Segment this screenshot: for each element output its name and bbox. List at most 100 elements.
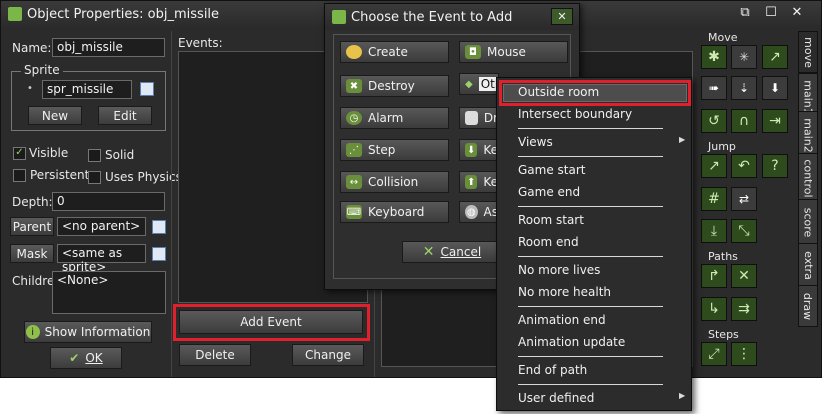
- vspeed-icon[interactable]: ⇣: [731, 76, 757, 100]
- sprite-group-label: Sprite: [21, 63, 63, 77]
- keyboard-label: Keyboard: [368, 205, 425, 219]
- reverse-h-icon[interactable]: ↺: [701, 109, 727, 133]
- event-keyrelease-button[interactable]: ⬆ Ke: [459, 171, 499, 193]
- menu-no-more-health[interactable]: No more health: [497, 285, 691, 299]
- jump-position-icon[interactable]: ↗: [701, 154, 727, 178]
- event-step-button[interactable]: ⋰ Step: [340, 139, 449, 161]
- physics-box: [88, 170, 101, 184]
- move-fixed-icon[interactable]: ✱: [701, 45, 727, 69]
- contact-icon[interactable]: ⤓: [701, 219, 727, 243]
- event-draw-button[interactable]: Dr: [459, 107, 499, 129]
- reverse-v-icon[interactable]: ∩: [731, 109, 757, 133]
- event-collision-button[interactable]: ↔ Collision: [340, 171, 449, 193]
- sprite-input[interactable]: spr_missile: [42, 80, 132, 99]
- event-dialog-titlebar: Choose the Event to Add ✕: [325, 4, 579, 30]
- solid-checkbox[interactable]: Solid: [88, 148, 134, 162]
- tab-move[interactable]: move: [798, 31, 818, 73]
- mask-input[interactable]: <same as sprite>: [57, 244, 146, 274]
- friction-icon[interactable]: ⇥: [762, 109, 788, 133]
- menu-views[interactable]: Views: [497, 135, 691, 149]
- tab-extra-label: extra: [801, 250, 815, 280]
- events-label: Events:: [178, 36, 223, 50]
- menu-animation-end[interactable]: Animation end: [497, 313, 691, 327]
- parent-menu-icon[interactable]: [152, 220, 166, 234]
- menu-no-more-lives[interactable]: No more lives: [497, 263, 691, 277]
- info-icon: i: [25, 325, 40, 339]
- align-grid-icon[interactable]: #: [701, 187, 727, 211]
- event-keypress-button[interactable]: ⬇ Ke: [459, 139, 499, 161]
- event-async-button[interactable]: ◍ As: [459, 201, 499, 223]
- draw-icon: [465, 111, 478, 125]
- show-information-button[interactable]: i Show Information: [24, 321, 152, 343]
- mask-menu-icon[interactable]: [152, 247, 166, 261]
- event-destroy-button[interactable]: ✖ Destroy: [340, 75, 449, 97]
- ok-button[interactable]: ✔ OK: [50, 347, 122, 369]
- physics-checkbox[interactable]: Uses Physics: [88, 170, 182, 184]
- diamond-icon: ◆: [465, 78, 473, 90]
- step-avoid-icon[interactable]: ⋮: [731, 342, 757, 366]
- event-alarm-button[interactable]: ◷ Alarm: [340, 107, 449, 129]
- menu-room-start[interactable]: Room start: [497, 213, 691, 227]
- end-path-icon[interactable]: ✕: [731, 264, 757, 288]
- wrap-icon[interactable]: ⇄: [731, 187, 757, 211]
- solid-box: [88, 148, 101, 162]
- maximize-icon[interactable]: ☐: [761, 5, 781, 25]
- gravity-icon[interactable]: ⬇: [762, 76, 788, 100]
- parent-input[interactable]: <no parent>: [57, 217, 146, 236]
- tab-main2[interactable]: main2: [798, 111, 818, 159]
- tab-score[interactable]: score: [798, 199, 818, 245]
- menu-room-end[interactable]: Room end: [497, 235, 691, 249]
- restore-icon[interactable]: ⧉: [735, 5, 755, 25]
- tab-control[interactable]: control: [798, 153, 818, 203]
- hspeed-icon[interactable]: ➠: [701, 76, 727, 100]
- name-input[interactable]: obj_missile: [52, 38, 165, 57]
- set-path-icon[interactable]: ↱: [701, 264, 727, 288]
- event-dialog-title: Choose the Event to Add: [351, 10, 513, 25]
- delete-button[interactable]: Delete: [179, 344, 251, 366]
- tab-draw[interactable]: draw: [798, 285, 818, 327]
- menu-user-defined[interactable]: User defined: [497, 391, 691, 405]
- step-towards-icon[interactable]: ⤢: [701, 342, 727, 366]
- persistent-box: [13, 168, 26, 182]
- move-towards-icon[interactable]: ↗: [762, 45, 788, 69]
- menu-game-end[interactable]: Game end: [497, 185, 691, 199]
- parent-button[interactable]: Parent: [10, 217, 54, 236]
- visible-checkbox[interactable]: ✓ Visible: [13, 146, 68, 160]
- menu-separator: [518, 128, 663, 129]
- jump-random-icon[interactable]: ?: [762, 154, 788, 178]
- move-free-icon[interactable]: ✳: [731, 45, 757, 69]
- children-list[interactable]: <None>: [52, 271, 166, 314]
- bounce-icon[interactable]: ⤡: [731, 219, 757, 243]
- mask-button[interactable]: Mask: [10, 244, 54, 263]
- section-move-label: Move: [708, 31, 738, 44]
- cancel-button[interactable]: ✕ Cancel: [402, 241, 502, 263]
- new-sprite-button[interactable]: New: [28, 106, 82, 125]
- event-other-button[interactable]: ◆ Oth: [459, 73, 505, 95]
- menu-intersect-boundary[interactable]: Intersect boundary: [497, 107, 691, 121]
- path-position-icon[interactable]: ↳: [701, 297, 727, 321]
- event-keyboard-button[interactable]: ⌨ Keyboard: [340, 201, 449, 223]
- jump-start-icon[interactable]: ↶: [731, 154, 757, 178]
- depth-label: Depth:: [12, 195, 53, 209]
- close-icon[interactable]: ✕: [787, 5, 807, 25]
- menu-game-start[interactable]: Game start: [497, 163, 691, 177]
- menu-end-of-path[interactable]: End of path: [497, 363, 691, 377]
- event-create-button[interactable]: Create: [340, 41, 449, 63]
- event-mouse-button[interactable]: ◘ Mouse: [459, 41, 568, 63]
- menu-animation-update[interactable]: Animation update: [497, 335, 691, 349]
- solid-label: Solid: [105, 148, 135, 162]
- path-speed-icon[interactable]: ⇉: [731, 297, 757, 321]
- depth-input[interactable]: 0: [52, 192, 165, 211]
- create-label: Create: [368, 45, 408, 59]
- tab-score-label: score: [801, 207, 815, 237]
- mouse-label: Mouse: [487, 45, 526, 59]
- persistent-checkbox[interactable]: Persistent: [13, 168, 89, 182]
- edit-sprite-button[interactable]: Edit: [98, 106, 152, 125]
- tab-main1-label: main1: [801, 79, 815, 115]
- sprite-menu-icon[interactable]: [140, 82, 154, 96]
- add-event-button[interactable]: Add Event: [179, 310, 363, 334]
- dialog-close-button[interactable]: ✕: [551, 8, 573, 25]
- menu-outside-room[interactable]: Outside room: [497, 85, 691, 99]
- tab-extra[interactable]: extra: [798, 243, 818, 287]
- change-button[interactable]: Change: [292, 344, 364, 366]
